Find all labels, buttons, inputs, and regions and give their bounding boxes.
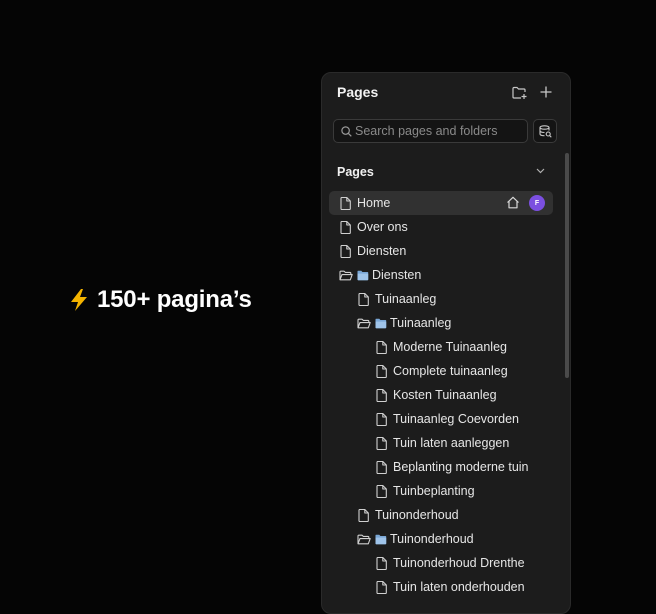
- page-icon-wrap: [375, 484, 387, 498]
- page-icon-wrap: [339, 244, 351, 258]
- tree-page-row[interactable]: Diensten: [329, 239, 553, 263]
- page-icon: [375, 364, 387, 378]
- tree-page-row[interactable]: Tuinaanleg Coevorden: [329, 407, 553, 431]
- tree-item-label: Kosten Tuinaanleg: [393, 388, 497, 402]
- folder-toggle[interactable]: [339, 269, 353, 281]
- folder-open-icon: [357, 318, 371, 328]
- tree-page-row[interactable]: Tuinonderhoud Drenthe: [329, 551, 553, 575]
- tree-page-row[interactable]: Complete tuinaanleg: [329, 359, 553, 383]
- tree-page-row[interactable]: Tuin laten aanleggen: [329, 431, 553, 455]
- home-icon[interactable]: [506, 196, 520, 209]
- page-icon: [339, 196, 351, 210]
- page-icon-wrap: [375, 388, 387, 402]
- folder-emoji-icon: [375, 318, 387, 328]
- lightning-bolt-icon: [71, 289, 87, 311]
- headline: 150+ pagina’s: [69, 286, 252, 314]
- pages-panel: Pages Search pages and folders Pages Hom…: [321, 72, 571, 614]
- tree-page-row[interactable]: Moderne Tuinaanleg: [329, 335, 553, 359]
- folder-open-icon: [339, 270, 353, 280]
- avatar: F: [529, 195, 545, 211]
- tree-page-row[interactable]: Tuinbeplanting: [329, 479, 553, 503]
- tree-item-label: Diensten: [372, 268, 422, 282]
- page-icon-wrap: [357, 508, 369, 522]
- panel-title: Pages: [337, 84, 379, 100]
- folder-emoji: [375, 318, 387, 329]
- tree-item-label: Home: [357, 196, 391, 210]
- panel-header: Pages: [322, 73, 570, 111]
- tree-item-label: Tuin laten aanleggen: [393, 436, 510, 450]
- search-box[interactable]: [333, 119, 528, 143]
- folder-plus-icon: [511, 86, 526, 99]
- page-icon-wrap: [375, 364, 387, 378]
- folder-emoji: [375, 534, 387, 545]
- tree-folder-row[interactable]: Diensten: [329, 263, 553, 287]
- tree-folder-row[interactable]: Tuinaanleg: [329, 311, 553, 335]
- tree-page-row[interactable]: Kosten Tuinaanleg: [329, 383, 553, 407]
- folder-toggle[interactable]: [357, 317, 371, 329]
- tree-item-label: Tuinonderhoud: [390, 532, 474, 546]
- search-icon: [341, 126, 352, 137]
- data-search-button[interactable]: [533, 119, 557, 143]
- tree-item-label: Moderne Tuinaanleg: [393, 340, 507, 354]
- page-tree: Home F Over ons Diensten Diensten Tuinaanleg T…: [329, 191, 553, 599]
- page-icon: [357, 508, 369, 522]
- tree-item-label: Tuinaanleg Coevorden: [393, 412, 520, 426]
- tree-folder-row[interactable]: Tuinonderhoud: [329, 527, 553, 551]
- section-label: Pages: [337, 165, 374, 179]
- tree-item-label: Tuin laten onderhouden: [393, 580, 525, 594]
- plus-icon: [540, 86, 552, 98]
- page-icon: [375, 388, 387, 402]
- add-page-button[interactable]: [537, 83, 555, 101]
- search-row: [333, 119, 559, 143]
- page-icon: [375, 436, 387, 450]
- tree-page-row[interactable]: Tuin laten onderhouden: [329, 575, 553, 599]
- tree-item-label: Diensten: [357, 244, 407, 258]
- page-icon-wrap: [375, 556, 387, 570]
- tree-item-label: Tuinbeplanting: [393, 484, 475, 498]
- page-icon-wrap: [375, 436, 387, 450]
- tree-item-label: Tuinaanleg: [375, 292, 437, 306]
- page-icon-wrap: [339, 196, 351, 210]
- page-icon-wrap: [375, 460, 387, 474]
- tree-item-label: Tuinonderhoud Drenthe: [393, 556, 525, 570]
- tree-item-label: Tuinaanleg: [390, 316, 452, 330]
- page-icon-wrap: [357, 292, 369, 306]
- tree-item-label: Complete tuinaanleg: [393, 364, 508, 378]
- page-icon: [339, 244, 351, 258]
- tree-item-label: Tuinonderhoud: [375, 508, 459, 522]
- page-icon: [375, 460, 387, 474]
- page-icon: [375, 580, 387, 594]
- page-icon-wrap: [375, 580, 387, 594]
- tree-page-row[interactable]: Beplanting moderne tuin: [329, 455, 553, 479]
- tree-page-row[interactable]: Over ons: [329, 215, 553, 239]
- scrollbar[interactable]: [565, 153, 569, 378]
- page-icon: [339, 220, 351, 234]
- folder-emoji-icon: [375, 534, 387, 544]
- tree-page-row[interactable]: Tuinonderhoud: [329, 503, 553, 527]
- page-icon: [375, 556, 387, 570]
- database-search-icon: [538, 124, 552, 138]
- page-icon-wrap: [375, 412, 387, 426]
- folder-toggle[interactable]: [357, 533, 371, 545]
- pages-section-header[interactable]: Pages: [329, 162, 553, 182]
- folder-open-icon: [357, 534, 371, 544]
- search-input[interactable]: [355, 120, 523, 142]
- page-icon: [357, 292, 369, 306]
- new-folder-button[interactable]: [510, 83, 528, 101]
- page-icon: [375, 484, 387, 498]
- tree-page-row[interactable]: Home F: [329, 191, 553, 215]
- page-icon-wrap: [339, 220, 351, 234]
- tree-item-label: Beplanting moderne tuin: [393, 460, 529, 474]
- headline-text: 150+ pagina’s: [97, 286, 252, 313]
- page-icon: [375, 412, 387, 426]
- folder-emoji: [357, 270, 369, 281]
- chevron-down-icon: [536, 168, 545, 174]
- tree-page-row[interactable]: Tuinaanleg: [329, 287, 553, 311]
- page-icon-wrap: [375, 340, 387, 354]
- folder-emoji-icon: [357, 270, 369, 280]
- page-icon: [375, 340, 387, 354]
- tree-item-label: Over ons: [357, 220, 408, 234]
